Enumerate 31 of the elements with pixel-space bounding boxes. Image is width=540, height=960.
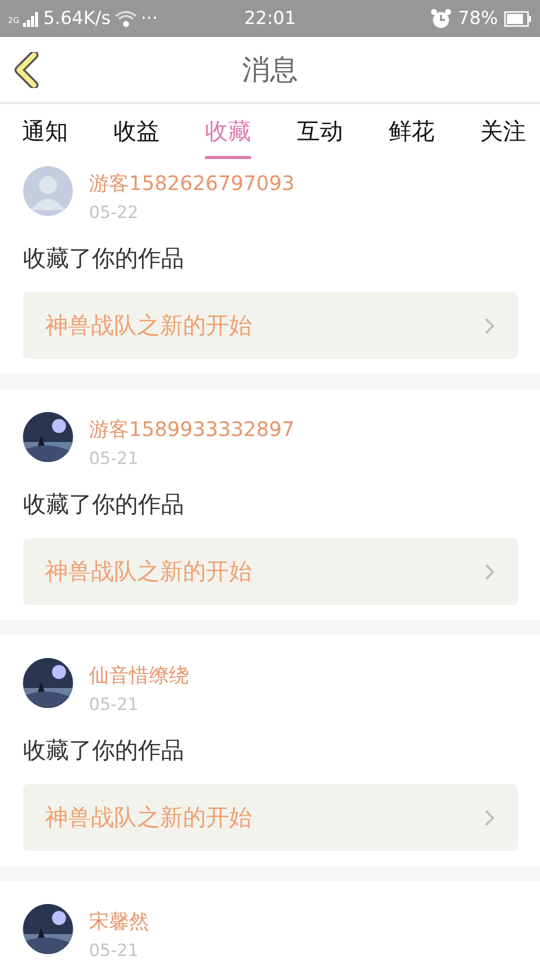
- back-icon: [14, 52, 40, 88]
- alarm-icon: [430, 8, 452, 28]
- user-name: 游客1589933332897: [89, 416, 294, 443]
- battery-icon: [504, 10, 532, 26]
- user-name: 游客1582626797093: [89, 170, 294, 197]
- battery-level: 78%: [458, 8, 498, 29]
- signal-icon: [23, 10, 40, 26]
- page-title: 消息: [242, 52, 298, 88]
- tab[interactable]: 关注: [480, 104, 526, 159]
- network-type: 2G: [8, 16, 20, 25]
- message-text: 收藏了你的作品: [23, 491, 185, 520]
- wifi-icon: [114, 10, 137, 28]
- message-date: 05-22: [89, 203, 140, 223]
- user-name: 宋馨然: [89, 908, 149, 935]
- clock-time: 22:01: [244, 8, 296, 29]
- message-date: 05-21: [89, 941, 140, 960]
- more-indicator: ···: [140, 8, 158, 29]
- message-text: 收藏了你的作品: [23, 737, 185, 766]
- chevron-icon: [484, 808, 496, 826]
- chevron-icon: [484, 562, 496, 580]
- tab[interactable]: 收益: [114, 104, 160, 159]
- tab[interactable]: 通知: [22, 104, 68, 159]
- chevron-icon: [484, 316, 496, 334]
- message-date: 05-21: [89, 695, 140, 715]
- user-name: 仙音惜缭绕: [89, 662, 189, 689]
- tab[interactable]: 互动: [296, 104, 343, 159]
- message-text: 收藏了你的作品: [23, 245, 185, 274]
- network-speed: 5.64K/s: [43, 8, 111, 29]
- tab[interactable]: 鲜花: [388, 104, 434, 159]
- message-date: 05-21: [89, 449, 140, 469]
- avatar-placeholder-icon: [23, 166, 73, 216]
